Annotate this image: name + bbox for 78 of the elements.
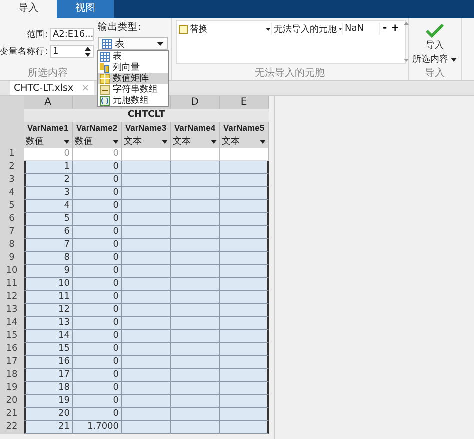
row-number: 10	[0, 265, 24, 278]
table-cell: 14	[24, 330, 73, 343]
table-cell: 0	[73, 317, 122, 330]
row-number: 14	[0, 317, 24, 330]
table-cell: 17	[24, 369, 73, 382]
table-cell: 8	[24, 252, 73, 265]
table-cell: 6	[24, 226, 73, 239]
table-cell: 0	[73, 161, 122, 174]
row-number: 15	[0, 330, 24, 343]
table-cell: 0	[73, 343, 122, 356]
row-number: 9	[0, 252, 24, 265]
table-cell: 0	[73, 330, 122, 343]
table-cell: 0	[73, 148, 122, 161]
table-cell: 18	[24, 382, 73, 395]
table-cell: 0	[73, 265, 122, 278]
variable-name: VarName5	[220, 122, 269, 135]
table-cell: 0	[73, 356, 122, 369]
table-cell: 0	[73, 382, 122, 395]
row-number: 12	[0, 291, 24, 304]
row-number: 19	[0, 382, 24, 395]
table-cell: 2	[24, 174, 73, 187]
table-cell: 0	[73, 408, 122, 421]
table-cell: 0	[73, 187, 122, 200]
table-cell: 11	[24, 291, 73, 304]
variable-name: VarName1	[24, 122, 73, 135]
row-number: 6	[0, 213, 24, 226]
variable-name: VarName4	[171, 122, 220, 135]
table-cell: 3	[24, 187, 73, 200]
variable-name: VarName2	[73, 122, 122, 135]
section-label: 无法导入的元胞	[254, 67, 326, 80]
row-number: 13	[0, 304, 24, 317]
range-label: 范围:	[26, 28, 48, 40]
row-number: 1	[0, 148, 24, 161]
table-cell: 13	[24, 317, 73, 330]
table-cell: 12	[24, 304, 73, 317]
row-number: 8	[0, 239, 24, 252]
table-cell: 16	[24, 356, 73, 369]
sheet-title: CHTCLT	[24, 109, 269, 122]
table-cell: 0	[73, 226, 122, 239]
row-number: 3	[0, 174, 24, 187]
table-cell: 0	[73, 369, 122, 382]
table-cell: 0	[73, 200, 122, 213]
section-label: 导入	[424, 67, 446, 80]
section-label: 所选内容	[28, 67, 68, 80]
table-cell: 1	[24, 161, 73, 174]
row-number: 11	[0, 278, 24, 291]
table-cell: 0	[73, 239, 122, 252]
row-number: 18	[0, 369, 24, 382]
row-number: 22	[0, 421, 24, 434]
table-cell: 0	[73, 304, 122, 317]
row-number: 4	[0, 187, 24, 200]
row-number: 2	[0, 161, 24, 174]
table-cell: 7	[24, 239, 73, 252]
variable-name: VarName3	[122, 122, 171, 135]
output-type-label: 输出类型:	[98, 21, 142, 34]
row-number: 20	[0, 395, 24, 408]
table-cell: 0	[73, 291, 122, 304]
table-cell: 0	[73, 395, 122, 408]
row-number: 5	[0, 200, 24, 213]
table-cell: 4	[24, 200, 73, 213]
table-cell: 0	[73, 213, 122, 226]
table-cell: 15	[24, 343, 73, 356]
table-cell: 19	[24, 395, 73, 408]
row-number: 7	[0, 226, 24, 239]
table-cell: 10	[24, 278, 73, 291]
table-cell: 0	[73, 278, 122, 291]
row-number: 17	[0, 356, 24, 369]
table-cell: 0	[73, 174, 122, 187]
row-number: 21	[0, 408, 24, 421]
table-cell: 0	[24, 148, 73, 161]
table-cell: 20	[24, 408, 73, 421]
table-cell: 1.7000	[73, 421, 122, 434]
table-cell: 9	[24, 265, 73, 278]
table-cell: 5	[24, 213, 73, 226]
table-cell: 0	[73, 252, 122, 265]
table-cell: 21	[24, 421, 73, 434]
header-row-label: 变量名称行:	[0, 46, 48, 58]
row-number: 16	[0, 343, 24, 356]
